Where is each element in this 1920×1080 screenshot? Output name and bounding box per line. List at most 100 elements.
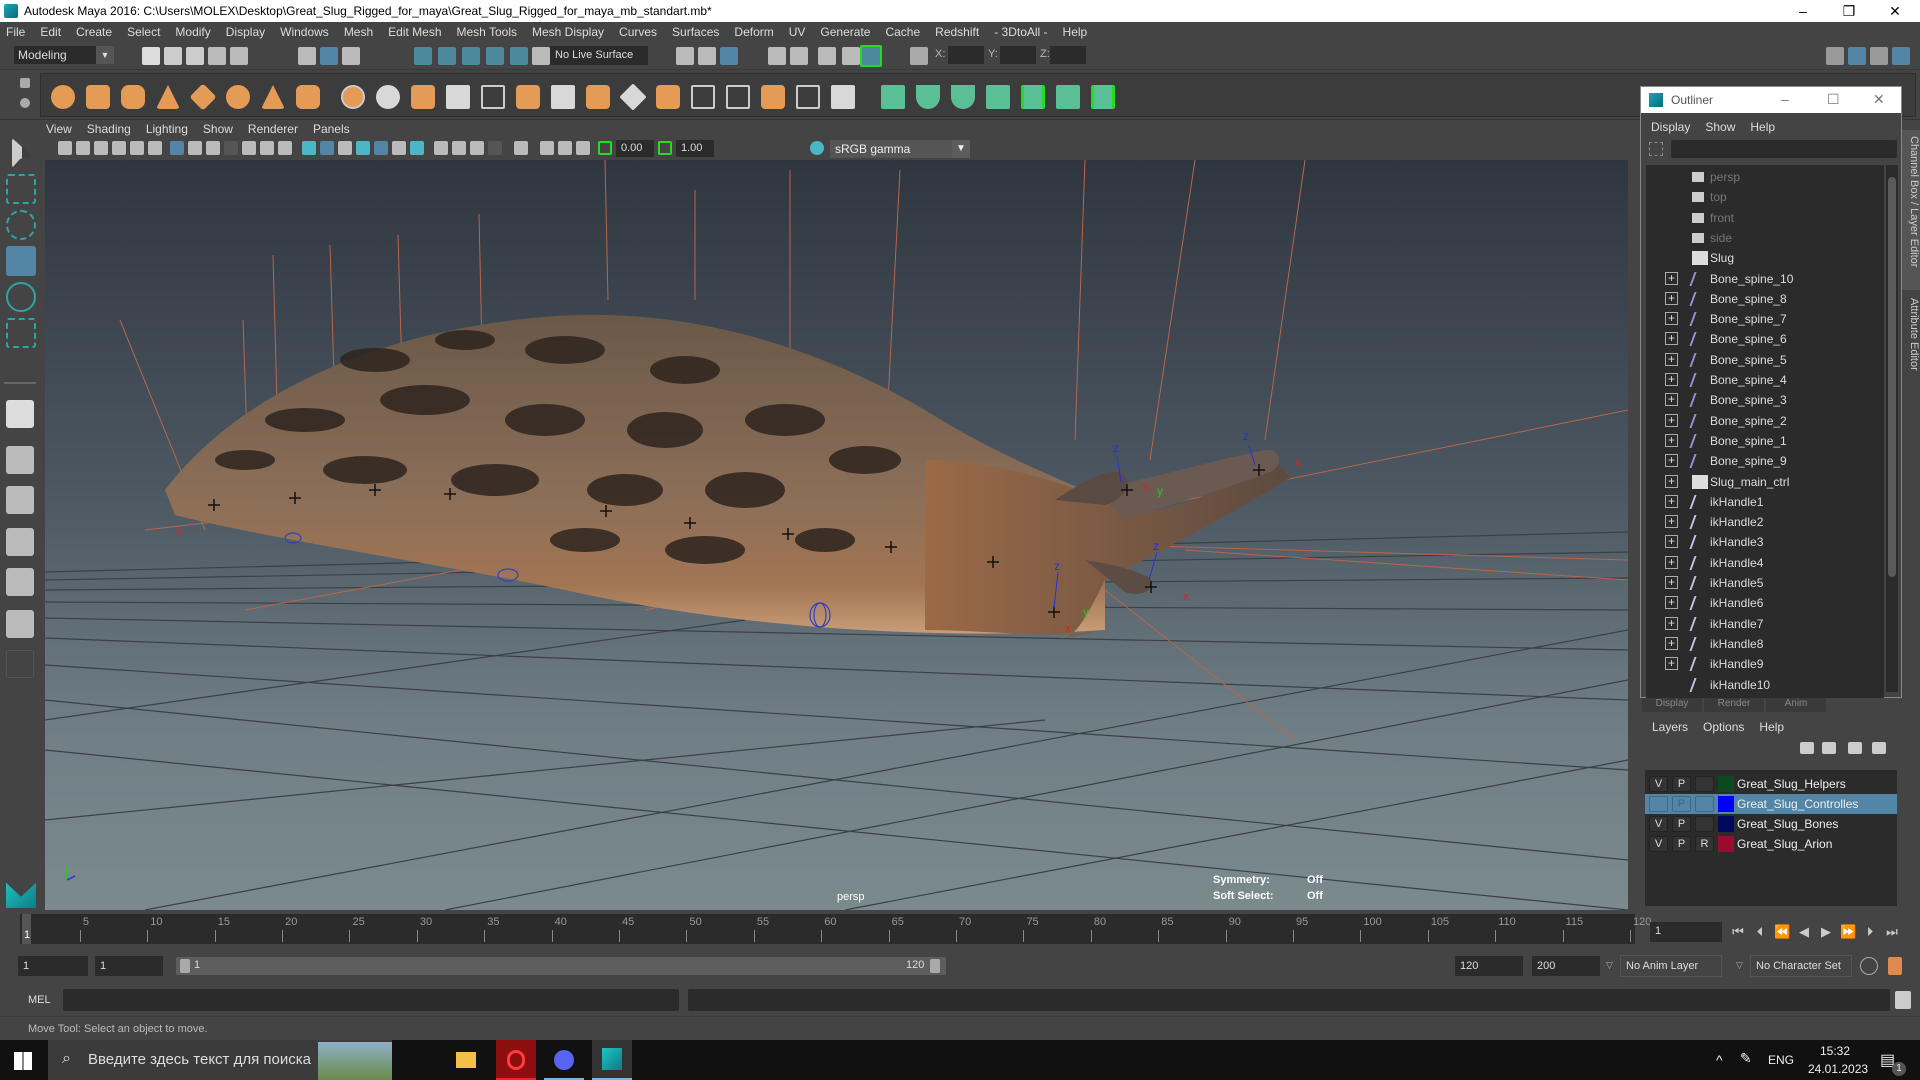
ipr-render-icon[interactable] (818, 47, 836, 65)
snap-point-icon[interactable] (462, 47, 480, 65)
menu-redshift[interactable]: Redshift (935, 25, 979, 39)
tab-anim-layers[interactable]: Anim (1766, 698, 1826, 712)
scrollbar-thumb[interactable] (1888, 177, 1896, 577)
visibility-toggle[interactable]: V (1649, 836, 1668, 852)
shelf-gear-icon[interactable] (20, 98, 30, 108)
y-field[interactable] (1000, 46, 1036, 64)
bevel-cube-icon[interactable] (656, 85, 680, 109)
color-management-toggle-icon[interactable] (810, 141, 824, 155)
layer-color-swatch[interactable] (1718, 776, 1734, 792)
step-forward-frame-icon[interactable]: ⏵ (1862, 924, 1878, 940)
separate-icon[interactable] (376, 85, 400, 109)
task-view-icon[interactable] (396, 1040, 436, 1080)
field-chart-icon[interactable] (242, 141, 256, 155)
expand-icon[interactable]: + (1665, 271, 1678, 285)
expand-icon[interactable]: + (1665, 474, 1678, 488)
xray-active-icon[interactable] (452, 141, 466, 155)
layer-menu-layers[interactable]: Layers (1652, 720, 1688, 734)
animation-end-field[interactable]: 200 (1532, 956, 1600, 976)
move-layer-up-icon[interactable] (1800, 742, 1814, 754)
menu-surfaces[interactable]: Surfaces (672, 25, 719, 39)
smooth-shade-icon[interactable] (320, 141, 334, 155)
expand-icon[interactable]: + (1665, 373, 1678, 386)
target-weld-icon[interactable] (619, 83, 647, 111)
expand-icon[interactable]: + (1665, 413, 1678, 427)
script-editor-icon[interactable] (1895, 991, 1911, 1009)
render-settings-icon[interactable] (842, 47, 860, 65)
outliner-vertical-scrollbar[interactable] (1886, 165, 1898, 692)
expand-icon[interactable]: + (1665, 657, 1678, 671)
step-back-key-icon[interactable]: ⏪ (1774, 924, 1790, 940)
display-type-toggle[interactable] (1695, 776, 1714, 792)
expand-icon[interactable]: + (1665, 576, 1678, 589)
file-explorer-icon[interactable] (446, 1040, 486, 1080)
rotate-tool-icon[interactable] (6, 282, 36, 312)
safe-action-icon[interactable] (260, 141, 274, 155)
taskbar-search-box[interactable]: ⌕ Введите здесь текст для поиска (48, 1040, 392, 1080)
snap-curve-icon[interactable] (438, 47, 456, 65)
open-scene-icon[interactable] (164, 47, 182, 65)
expand-icon[interactable]: + (1665, 535, 1678, 549)
multi-cut-icon[interactable] (691, 85, 715, 109)
z-field[interactable] (1050, 46, 1086, 64)
mel-command-input[interactable] (63, 989, 679, 1011)
film-gate-icon[interactable] (188, 141, 202, 155)
viewport-menu-show[interactable]: Show (203, 122, 233, 138)
expand-icon[interactable]: + (1665, 433, 1678, 447)
range-end-handle[interactable] (930, 959, 940, 973)
menu-set-dropdown[interactable]: Modeling ▼ (14, 46, 114, 64)
shadows-icon[interactable] (410, 141, 424, 155)
outliner-item[interactable]: + Bone_spine_9 (1646, 451, 1884, 471)
tray-expand-icon[interactable]: ^ (1716, 1052, 1723, 1068)
select-object-icon[interactable] (320, 47, 338, 65)
layer-menu-help[interactable]: Help (1759, 720, 1784, 734)
expand-icon[interactable]: + (1665, 312, 1678, 326)
snap-projected-icon[interactable] (532, 47, 550, 65)
outliner-item[interactable]: Slug (1646, 248, 1884, 268)
menu-cache[interactable]: Cache (885, 25, 920, 39)
layer-color-swatch[interactable] (1718, 796, 1734, 812)
clock-date[interactable]: 24.01.2023 (1808, 1062, 1868, 1076)
move-tool-icon[interactable] (6, 246, 36, 276)
sew-uv-icon[interactable] (1091, 85, 1115, 109)
input-language[interactable]: ENG (1768, 1053, 1794, 1067)
outliner-menu-display[interactable]: Display (1651, 120, 1690, 134)
menu-deform[interactable]: Deform (734, 25, 773, 39)
outliner-maximize-button[interactable]: ☐ (1827, 91, 1840, 108)
maya-taskbar-icon[interactable] (592, 1040, 632, 1080)
new-scene-icon[interactable] (142, 47, 160, 65)
outliner-minimize-button[interactable]: – (1781, 91, 1789, 107)
planar-uv-icon[interactable] (881, 85, 905, 109)
outliner-titlebar[interactable]: Outliner – ☐ ✕ (1641, 87, 1901, 113)
outliner-persp-layout-icon[interactable] (6, 486, 34, 514)
expand-icon[interactable]: + (1665, 555, 1678, 569)
input-ops-icon[interactable] (676, 47, 694, 65)
mirror-icon[interactable] (411, 85, 435, 109)
playback-end-field[interactable]: 120 (1455, 956, 1523, 976)
animation-preferences-icon[interactable] (1888, 957, 1902, 975)
construction-history-icon[interactable] (720, 47, 738, 65)
viewport-menu-renderer[interactable]: Renderer (248, 122, 298, 138)
menu-curves[interactable]: Curves (619, 25, 657, 39)
snap-live-icon[interactable] (510, 47, 528, 65)
visibility-toggle[interactable] (1649, 796, 1668, 812)
outliner-item[interactable]: + ikHandle9 (1646, 654, 1884, 674)
clock-time[interactable]: 15:32 (1820, 1044, 1850, 1058)
expand-icon[interactable]: + (1665, 291, 1678, 305)
menu-modify[interactable]: Modify (175, 25, 210, 39)
expand-icon[interactable]: + (1665, 352, 1678, 366)
four-view-layout-icon[interactable] (6, 446, 34, 474)
tab-display-layers[interactable]: Display (1642, 698, 1702, 712)
visibility-toggle[interactable]: V (1649, 816, 1668, 832)
smooth-icon[interactable] (446, 85, 470, 109)
outliner-item[interactable]: + Bone_spine_8 (1646, 289, 1884, 309)
hypershade-icon[interactable] (860, 45, 882, 67)
output-ops-icon[interactable] (698, 47, 716, 65)
modeling-toolkit-icon[interactable] (1826, 47, 1844, 65)
default-lighting-icon[interactable] (338, 141, 352, 155)
poly-pipe-icon[interactable] (296, 85, 320, 109)
graph-persp-layout-icon[interactable] (6, 528, 34, 556)
menu-mesh-display[interactable]: Mesh Display (532, 25, 604, 39)
viewport-menu-shading[interactable]: Shading (87, 122, 131, 138)
tab-channel-box-layer-editor[interactable]: Channel Box / Layer Editor (1902, 130, 1920, 290)
